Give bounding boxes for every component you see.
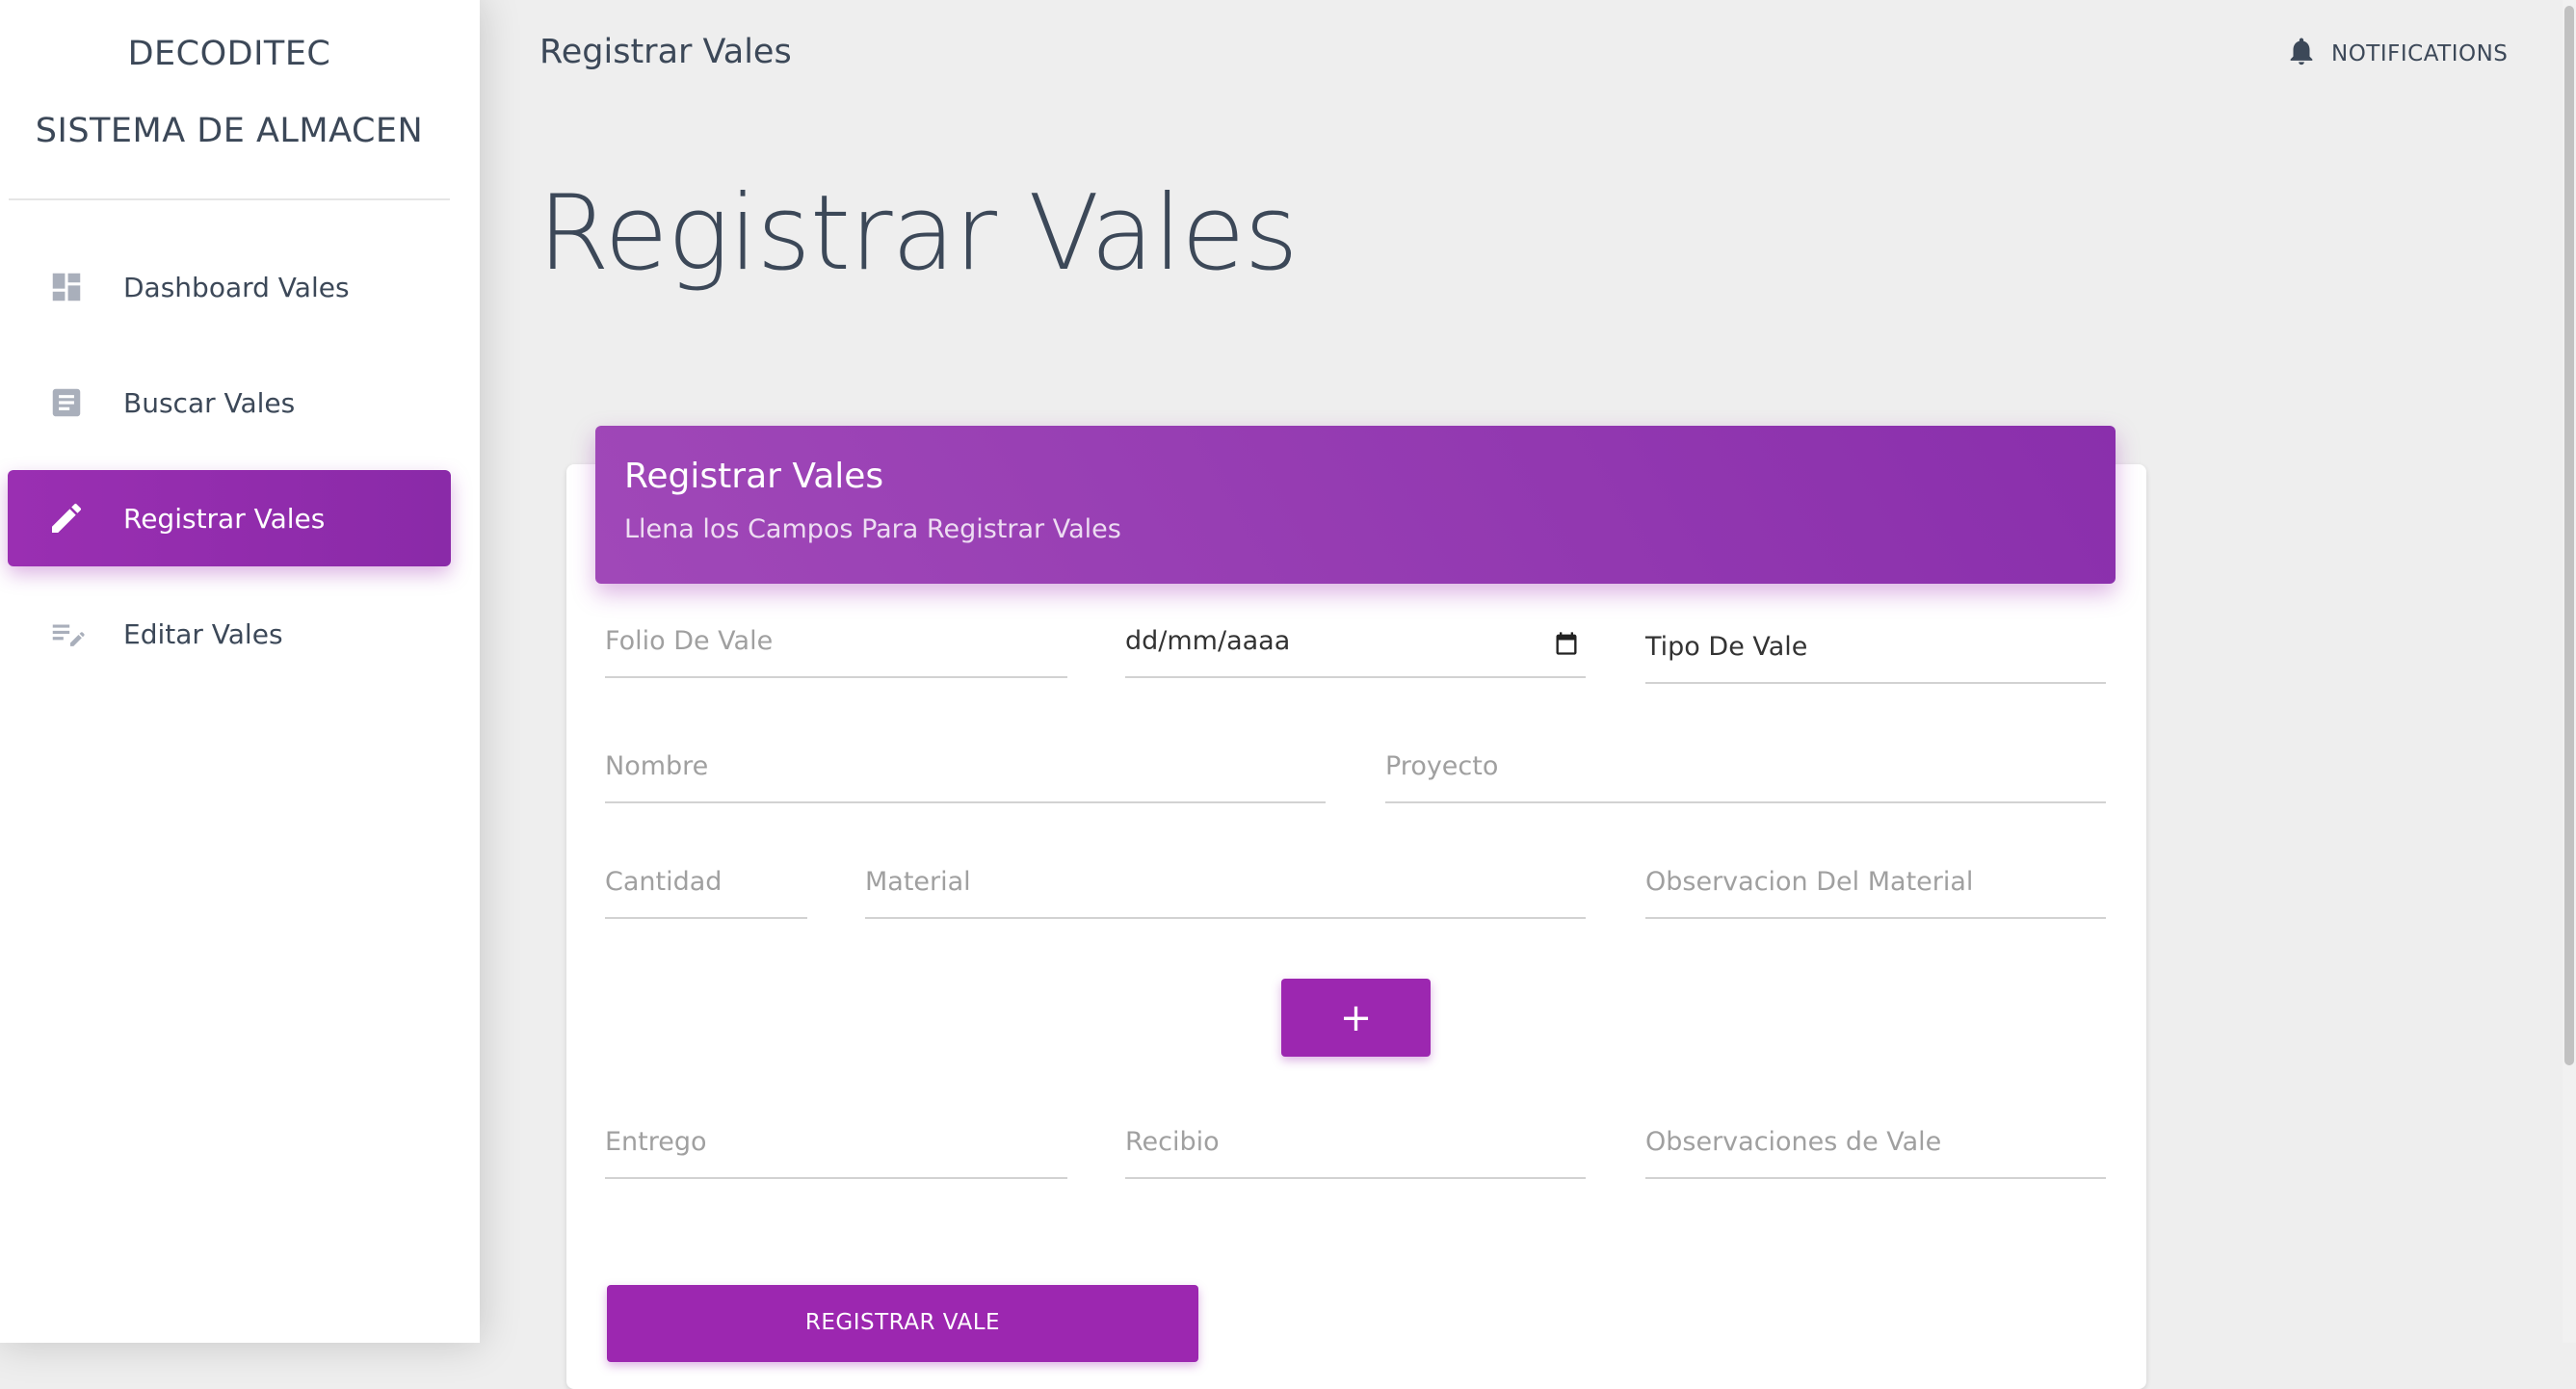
tipo-vale-select[interactable]: Tipo De Vale bbox=[1645, 622, 2106, 684]
page-title: Registrar Vales bbox=[538, 173, 1299, 294]
register-vale-button[interactable]: REGISTRAR VALE bbox=[607, 1285, 1198, 1362]
nombre-placeholder: Nombre bbox=[605, 751, 709, 781]
observacion-material-placeholder: Observacion Del Material bbox=[1645, 867, 1974, 897]
sidebar-item-label: Registrar Vales bbox=[123, 502, 326, 535]
calendar-icon[interactable] bbox=[1553, 630, 1580, 661]
sidebar-item-label: Dashboard Vales bbox=[123, 271, 350, 303]
bell-icon bbox=[2285, 35, 2318, 73]
tipo-vale-value: Tipo De Vale bbox=[1645, 632, 1808, 662]
observaciones-vale-placeholder: Observaciones de Vale bbox=[1645, 1127, 1942, 1157]
observaciones-vale-field[interactable]: Observaciones de Vale bbox=[1645, 1117, 2106, 1179]
edit-list-icon bbox=[46, 614, 87, 654]
nombre-field[interactable]: Nombre bbox=[605, 742, 1326, 803]
register-card bbox=[566, 464, 2146, 1389]
sidebar: DECODITEC SISTEMA DE ALMACEN Dashboard V… bbox=[0, 0, 480, 1343]
sidebar-divider bbox=[9, 198, 450, 200]
material-field[interactable]: Material bbox=[865, 857, 1586, 919]
recibio-field[interactable]: Recibio bbox=[1125, 1117, 1586, 1179]
observacion-material-field[interactable]: Observacion Del Material bbox=[1645, 857, 2106, 919]
cantidad-placeholder: Cantidad bbox=[605, 867, 723, 897]
pencil-icon bbox=[46, 498, 87, 538]
date-value: dd/mm/aaaa bbox=[1125, 626, 1291, 656]
brand-subtitle[interactable]: SISTEMA DE ALMACEN bbox=[0, 112, 459, 150]
scrollbar-thumb[interactable] bbox=[2564, 6, 2574, 1065]
cantidad-field[interactable]: Cantidad bbox=[605, 857, 807, 919]
material-placeholder: Material bbox=[865, 867, 971, 897]
card-subtitle: Llena los Campos Para Registrar Vales bbox=[624, 514, 1121, 544]
add-material-button[interactable]: + bbox=[1281, 979, 1431, 1057]
sidebar-item-registrar-vales[interactable]: Registrar Vales bbox=[8, 470, 451, 566]
sidebar-item-label: Buscar Vales bbox=[123, 386, 296, 419]
entrego-field[interactable]: Entrego bbox=[605, 1117, 1067, 1179]
sidebar-item-label: Editar Vales bbox=[123, 617, 283, 650]
date-field[interactable]: dd/mm/aaaa bbox=[1125, 616, 1586, 678]
brand-name[interactable]: DECODITEC bbox=[0, 35, 459, 73]
notifications-button[interactable]: NOTIFICATIONS bbox=[2285, 35, 2508, 73]
sidebar-item-dashboard-vales[interactable]: Dashboard Vales bbox=[8, 239, 451, 335]
proyecto-field[interactable]: Proyecto bbox=[1385, 742, 2106, 803]
recibio-placeholder: Recibio bbox=[1125, 1127, 1220, 1157]
proyecto-placeholder: Proyecto bbox=[1385, 751, 1499, 781]
folio-placeholder: Folio De Vale bbox=[605, 626, 774, 656]
description-icon bbox=[46, 382, 87, 423]
card-header: Registrar Vales Llena los Campos Para Re… bbox=[595, 426, 2116, 584]
card-title: Registrar Vales bbox=[624, 457, 884, 496]
dashboard-icon bbox=[46, 267, 87, 307]
notifications-label: NOTIFICATIONS bbox=[2331, 41, 2509, 66]
navbar-title[interactable]: Registrar Vales bbox=[539, 33, 792, 71]
sidebar-item-buscar-vales[interactable]: Buscar Vales bbox=[8, 354, 451, 451]
entrego-placeholder: Entrego bbox=[605, 1127, 707, 1157]
folio-field[interactable]: Folio De Vale bbox=[605, 616, 1067, 678]
sidebar-item-editar-vales[interactable]: Editar Vales bbox=[8, 586, 451, 682]
